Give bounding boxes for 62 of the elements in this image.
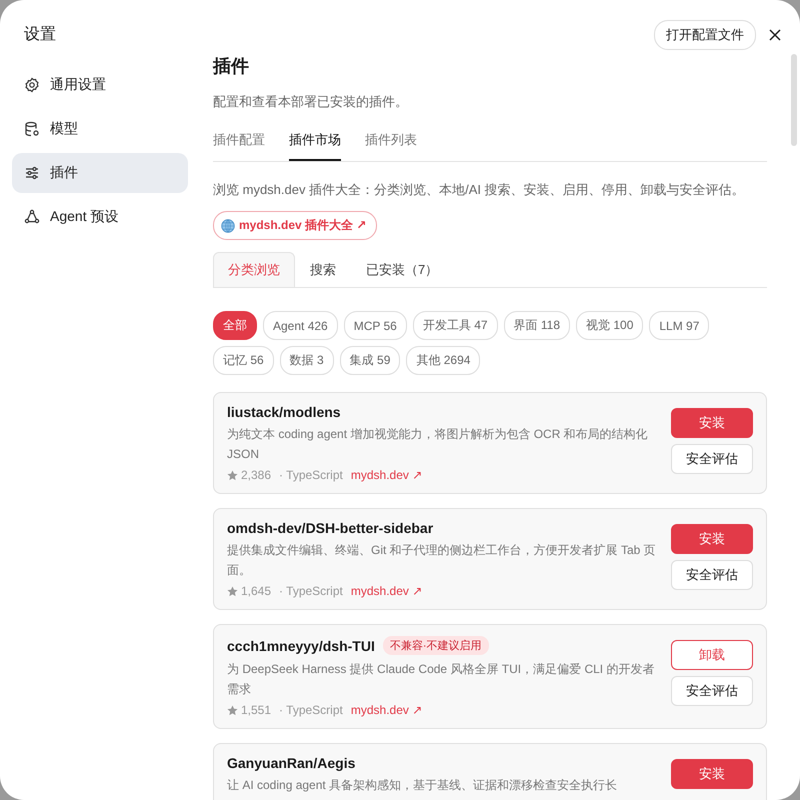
close-icon[interactable] (768, 28, 782, 42)
plugin-description: 让 AI coding agent 具备架构感知，基于基线、证据和漂移检查安全执行长 (227, 777, 618, 794)
plugin-link[interactable]: mydsh.dev ↗ (350, 468, 422, 482)
subtab[interactable]: 分类浏览 (213, 252, 295, 287)
tab[interactable]: 插件配置 (213, 131, 265, 161)
tab[interactable]: 插件市场 (289, 131, 341, 161)
category-chip[interactable]: 其他 2694 (406, 346, 480, 375)
sliders-icon (24, 165, 40, 181)
install-button[interactable]: 安装 (671, 408, 753, 438)
sidebar-item[interactable]: 模型 (12, 109, 188, 149)
plugin-description: 为纯文本 coding agent 增加视觉能力，将图片解析为包含 OCR 和布局的结构化 JSON (227, 426, 649, 463)
security-review-button[interactable]: 安全评估 (671, 676, 753, 706)
category-chip[interactable]: 界面 118 (504, 311, 570, 340)
star-icon (227, 470, 238, 480)
catalog-link[interactable]: mydsh.dev 插件大全 ↗ (213, 211, 378, 240)
category-chip[interactable]: Agent 426 (263, 311, 338, 340)
warning-tag: 不兼容·不建议启用 (382, 636, 489, 655)
sidebar-item[interactable]: 插件 (12, 153, 188, 193)
category-chip[interactable]: 集成 59 (340, 346, 400, 375)
install-button[interactable]: 安装 (671, 524, 753, 554)
subtab[interactable]: 已安装（7） (351, 252, 454, 287)
category-chip[interactable]: 全部 (213, 311, 257, 340)
nodes-icon (24, 209, 40, 225)
globe-icon (221, 218, 235, 232)
sidebar-item[interactable]: Agent 预设 (12, 197, 188, 237)
window-title: 设置 (24, 25, 57, 45)
plugin-name: omdsh-dev/DSH-better-sidebar (227, 520, 434, 536)
database-icon (24, 121, 40, 137)
star-count: 1,551 (241, 703, 272, 717)
install-button[interactable]: 安装 (671, 759, 753, 789)
star-icon (227, 704, 238, 716)
intro-text: 浏览 mydsh.dev 插件大全：分类浏览、本地/AI 搜索、安装、启用、停用、卸载与安全评估。 (213, 181, 746, 199)
category-chip[interactable]: 数据 3 (280, 346, 334, 375)
plugin-description: 提供集成文件编辑、终端、Git 和子代理的侧边栏工作台，方便开发者扩展 Tab 页面。 (227, 542, 657, 579)
star-count: 2,386 (241, 468, 272, 482)
plugin-name: liustack/modlens (227, 404, 341, 420)
category-chip[interactable]: LLM 97 (649, 311, 710, 340)
plugin-name: ccch1mneyyy/dsh-TUI (227, 638, 375, 654)
language-label: · TypeScript (279, 468, 343, 482)
page-title: 插件 (213, 55, 250, 78)
category-chip[interactable]: 开发工具 47 (412, 311, 498, 340)
plugin-description: 为 DeepSeek Harness 提供 Claude Code 风格全屏 TUI，满足偏爱 CLI 的开发者需求 (227, 661, 656, 698)
security-review-button[interactable]: 安全评估 (671, 444, 753, 474)
language-label: · TypeScript (279, 584, 343, 598)
page-subtitle: 配置和查看本部署已安装的插件。 (213, 93, 409, 111)
category-chip[interactable]: MCP 56 (344, 311, 407, 340)
plugin-link[interactable]: mydsh.dev ↗ (350, 584, 422, 598)
star-icon (227, 586, 238, 596)
sidebar-item[interactable]: 通用设置 (12, 65, 188, 105)
category-chip[interactable]: 记忆 56 (213, 346, 274, 375)
uninstall-button[interactable]: 卸载 (671, 640, 753, 670)
language-label: · TypeScript (279, 703, 343, 717)
plugin-link[interactable]: mydsh.dev ↗ (350, 703, 422, 717)
subtab[interactable]: 搜索 (295, 252, 351, 287)
category-chip[interactable]: 视觉 100 (576, 311, 644, 340)
star-count: 1,645 (241, 584, 272, 598)
security-review-button[interactable]: 安全评估 (671, 560, 753, 590)
open-config-button[interactable]: 打开配置文件 (654, 20, 756, 50)
settings-icon (24, 77, 40, 93)
plugin-name: GanyuanRan/Aegis (227, 755, 356, 771)
scrollbar[interactable] (791, 54, 797, 146)
tab[interactable]: 插件列表 (365, 131, 417, 161)
